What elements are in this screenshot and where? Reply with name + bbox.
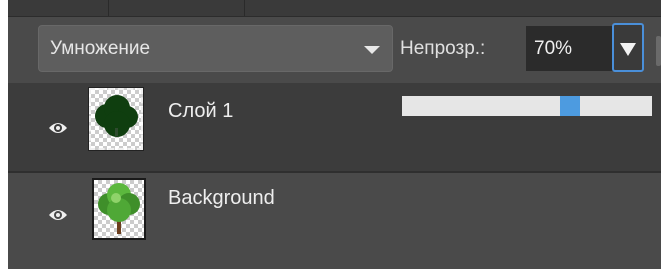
layer-divider xyxy=(8,171,661,173)
layers-panel: Умножение Непрозр.: 70% Слой 1 Backgroun… xyxy=(8,0,661,269)
panel-header-strip xyxy=(8,0,661,17)
eye-icon[interactable] xyxy=(48,121,68,135)
opacity-value: 70% xyxy=(534,38,573,59)
opacity-label: Непрозр.: xyxy=(400,38,486,59)
tree-icon xyxy=(95,95,138,137)
opacity-slider-handle[interactable] xyxy=(560,96,580,116)
layer-name: Слой 1 xyxy=(168,100,234,122)
blend-mode-value: Умножение xyxy=(50,38,151,59)
opacity-slider-track[interactable] xyxy=(402,96,652,116)
tree-icon xyxy=(98,183,140,234)
header-divider xyxy=(108,0,109,16)
layer-thumbnail xyxy=(88,87,144,151)
opacity-field[interactable]: 70% xyxy=(526,26,614,71)
triangle-down-icon xyxy=(620,43,636,56)
chevron-down-icon xyxy=(364,46,380,54)
layer-name: Background xyxy=(168,187,275,209)
opacity-slider-popup xyxy=(398,84,656,132)
opacity-dropdown-button[interactable] xyxy=(612,23,644,72)
opacity-slider-fill xyxy=(402,96,570,116)
header-divider xyxy=(244,0,245,16)
blend-mode-dropdown[interactable]: Умножение xyxy=(38,25,393,72)
layer-thumbnail xyxy=(92,178,146,240)
scrollbar[interactable] xyxy=(656,36,661,66)
eye-icon[interactable] xyxy=(48,208,68,222)
